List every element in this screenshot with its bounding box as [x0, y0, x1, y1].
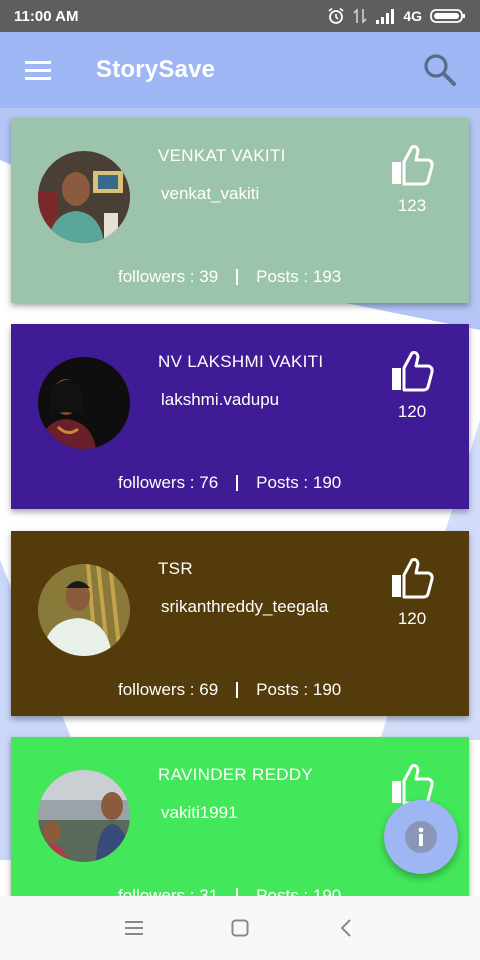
like-count: 120 [397, 609, 427, 628]
battery-icon [430, 9, 465, 23]
system-nav-bar [0, 896, 480, 960]
back-icon [340, 919, 351, 937]
stats-divider [236, 682, 239, 698]
recents-button[interactable] [114, 908, 154, 948]
posts-count: Posts : 193 [256, 267, 342, 286]
recents-icon [125, 921, 143, 935]
profile-name: VENKAT VAKITI [158, 146, 286, 165]
data-arrows-icon [353, 8, 367, 24]
followers-count: followers : 69 [118, 680, 219, 699]
app-bar: StorySave [0, 32, 480, 108]
signal-icon [376, 9, 395, 24]
profile-name: NV LAKSHMI VAKITI [158, 352, 324, 371]
status-time: 11:00 AM [14, 7, 79, 25]
like-count: 120 [397, 402, 427, 421]
profile-stats: followers : 39 Posts : 193 [118, 267, 341, 287]
stats-divider [236, 475, 239, 491]
hamburger-menu-icon [25, 61, 51, 80]
avatar [38, 357, 130, 449]
thumbs-up-icon[interactable] [390, 350, 434, 392]
posts-count: Posts : 190 [256, 473, 342, 492]
profile-username: vakiti1991 [161, 803, 238, 822]
followers-count: followers : 76 [118, 473, 219, 492]
profile-name: TSR [158, 559, 193, 578]
search-icon [424, 54, 456, 86]
thumbs-up-icon[interactable] [390, 557, 434, 599]
app-title: StorySave [96, 56, 216, 83]
like-count: 123 [397, 196, 427, 215]
back-button[interactable] [326, 908, 366, 948]
info-fab-button[interactable] [384, 800, 458, 874]
avatar [38, 770, 130, 862]
menu-button[interactable] [12, 44, 64, 96]
avatar [38, 151, 130, 243]
search-button[interactable] [414, 44, 466, 96]
profile-stats: followers : 69 Posts : 190 [118, 680, 341, 700]
home-button[interactable] [220, 908, 260, 948]
home-icon [231, 919, 249, 937]
stats-divider [236, 269, 239, 285]
thumbs-up-icon[interactable] [390, 144, 434, 186]
info-icon [405, 821, 437, 853]
status-icons: 4G [327, 7, 466, 25]
posts-count: Posts : 190 [256, 680, 342, 699]
network-type: 4G [403, 8, 422, 24]
thumbs-up-icon[interactable] [390, 763, 434, 805]
profile-card[interactable]: VENKAT VAKITI venkat_vakiti 123 follower… [11, 118, 469, 303]
profile-stats: followers : 76 Posts : 190 [118, 473, 341, 493]
status-bar: 11:00 AM 4G [0, 0, 480, 32]
followers-count: followers : 39 [118, 267, 219, 286]
avatar [38, 564, 130, 656]
profile-card[interactable]: TSR srikanthreddy_teegala 120 followers … [11, 531, 469, 716]
profile-card[interactable]: NV LAKSHMI VAKITI lakshmi.vadupu 120 fol… [11, 324, 469, 509]
profile-username: lakshmi.vadupu [161, 390, 280, 409]
alarm-icon [328, 7, 344, 24]
profile-username: venkat_vakiti [161, 184, 260, 203]
profile-username: srikanthreddy_teegala [161, 597, 329, 616]
profile-name: RAVINDER REDDY [158, 765, 314, 784]
